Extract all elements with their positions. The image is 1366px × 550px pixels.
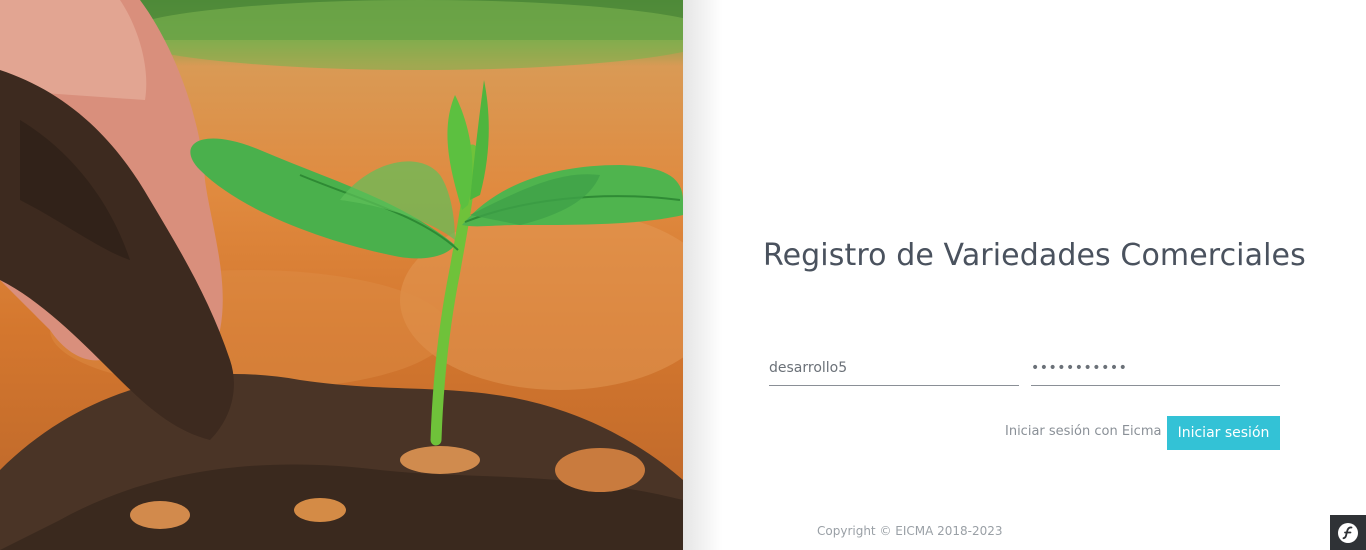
password-field[interactable]: [1031, 355, 1280, 386]
hero-image: [0, 0, 683, 550]
symfony-toolbar-toggle[interactable]: [1330, 515, 1366, 550]
login-button[interactable]: Iniciar sesión: [1167, 416, 1280, 450]
page-title: Registro de Variedades Comerciales: [763, 238, 1306, 273]
hero-shadow: [683, 0, 723, 550]
username-field[interactable]: [769, 355, 1019, 386]
seedling-illustration: [0, 0, 683, 550]
eicma-login-link[interactable]: Iniciar sesión con Eicma: [1005, 424, 1161, 439]
symfony-logo-icon: [1338, 522, 1358, 543]
copyright-text: Copyright © EICMA 2018-2023: [817, 524, 1003, 538]
